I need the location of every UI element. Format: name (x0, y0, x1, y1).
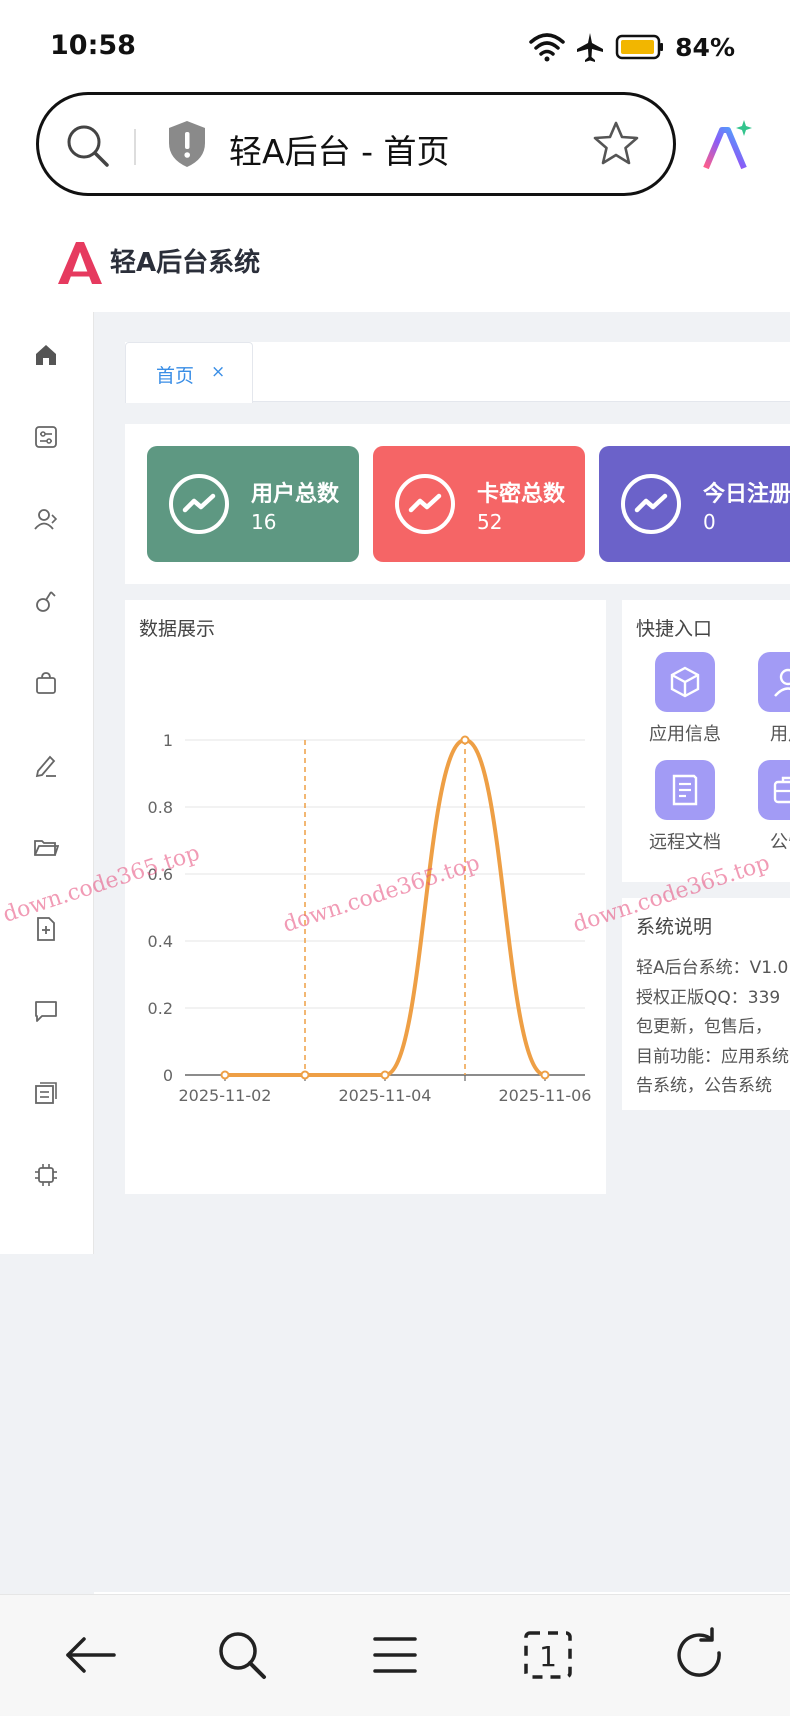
y-tick-label: 0.4 (148, 932, 173, 951)
data-point (540, 1070, 550, 1080)
x-tick-label: 2025-11-04 (339, 1086, 432, 1105)
series-line (223, 737, 547, 1077)
system-line: 目前功能：应用系统 (636, 1046, 789, 1067)
trend-icon (169, 474, 229, 534)
status-time: 10:58 (50, 30, 136, 61)
quick-label: 用户 (770, 724, 790, 745)
bottom-nav: 1 (0, 1594, 790, 1716)
search-icon[interactable] (212, 1625, 272, 1685)
quick-item-user[interactable]: 用户 (748, 652, 790, 746)
edit-icon[interactable] (33, 752, 59, 778)
system-line: 授权正版QQ：339 (636, 987, 781, 1008)
app-title: 轻A后台系统 (110, 248, 261, 278)
quick-item-app-info[interactable]: 应用信息 (645, 652, 725, 746)
address-bar[interactable]: 轻A后台 - 首页 (36, 92, 676, 196)
wifi-icon (529, 33, 565, 62)
tab-close-icon[interactable]: × (211, 362, 225, 382)
lower-background (0, 1254, 94, 1594)
trend-icon (395, 474, 455, 534)
tabs-count-icon[interactable]: 1 (518, 1625, 578, 1685)
data-point (380, 1070, 390, 1080)
stats-panel: 用户总数 16 卡密总数 52 今日注册 0 (125, 424, 790, 584)
system-panel: 系统说明 轻A后台系统：V1.0 授权正版QQ：339 包更新，包售后， 目前功… (622, 898, 790, 1110)
back-icon[interactable] (60, 1625, 120, 1685)
menu-icon[interactable] (365, 1625, 425, 1685)
y-tick-label: 0 (163, 1066, 173, 1085)
message-icon[interactable] (33, 998, 59, 1024)
tabs-bar: 首页 × (125, 342, 790, 403)
stat-value: 52 (477, 510, 503, 534)
tab-count: 1 (539, 1640, 557, 1673)
address-divider (134, 129, 136, 165)
folder-icon[interactable] (33, 834, 60, 860)
system-description: 轻A后台系统：V1.0 授权正版QQ：339 包更新，包售后， 目前功能：应用系… (636, 954, 790, 1102)
data-point (300, 1070, 310, 1080)
quick-label: 远程文档 (649, 832, 721, 853)
tab-home[interactable]: 首页 × (125, 342, 253, 403)
data-point (460, 735, 470, 745)
user-manage-icon[interactable] (33, 506, 59, 532)
page-title[interactable]: 轻A后台 - 首页 (229, 125, 449, 173)
search-icon[interactable] (63, 121, 113, 171)
star-icon[interactable] (591, 119, 641, 169)
stat-label: 今日注册 (703, 482, 790, 507)
system-line: 包更新，包售后， (636, 1017, 772, 1037)
app-header: 轻A后台系统 (0, 220, 790, 312)
data-point (220, 1070, 230, 1080)
y-tick-label: 0.2 (148, 999, 173, 1018)
quick-panel-title: 快捷入口 (636, 618, 713, 640)
quick-panel: 快捷入口 应用信息 用户 远程文档 公告 (622, 600, 790, 882)
airplane-icon (577, 33, 604, 62)
tab-label: 首页 (156, 365, 195, 387)
status-bar: 10:58 84% (0, 0, 790, 90)
chip-icon[interactable] (33, 1162, 59, 1188)
quick-label: 公告 (770, 832, 790, 853)
dashboard-icon[interactable] (33, 424, 59, 450)
status-icons: 84% (529, 30, 735, 64)
home-icon[interactable] (33, 342, 59, 368)
stat-card-users: 用户总数 16 (147, 446, 359, 562)
list-icon[interactable] (33, 1080, 59, 1106)
cube-icon (670, 666, 700, 698)
x-tick-label: 2025-11-02 (179, 1086, 272, 1105)
system-line: 告系统，公告系统 (636, 1076, 772, 1096)
stat-value: 0 (703, 510, 716, 534)
refresh-icon[interactable] (670, 1625, 730, 1685)
stat-label: 卡密总数 (477, 482, 566, 507)
stat-card-cards: 卡密总数 52 (373, 446, 585, 562)
trend-icon (621, 474, 681, 534)
stat-card-today: 今日注册 0 (599, 446, 790, 562)
notice-icon (773, 776, 790, 804)
user-icon (774, 668, 790, 697)
document-icon (672, 774, 698, 806)
x-tick-label: 2025-11-06 (499, 1086, 592, 1105)
ai-assistant-icon[interactable] (700, 118, 752, 174)
app-logo (58, 242, 102, 284)
y-tick-label: 0.8 (148, 798, 173, 817)
y-tick-label: 1 (163, 731, 173, 750)
system-panel-title: 系统说明 (636, 916, 713, 938)
stat-label: 用户总数 (251, 482, 340, 507)
quick-label: 应用信息 (649, 724, 721, 745)
sidebar (0, 312, 94, 1254)
stat-value: 16 (251, 510, 277, 534)
shield-warning-icon[interactable] (165, 119, 209, 169)
battery-icon (615, 34, 664, 60)
quick-item-notice[interactable]: 公告 (748, 760, 790, 854)
add-file-icon[interactable] (33, 916, 59, 942)
system-line: 轻A后台系统：V1.0 (636, 958, 789, 978)
quick-item-remote-doc[interactable]: 远程文档 (645, 760, 725, 854)
battery-percent: 84% (675, 32, 735, 62)
key-icon[interactable] (33, 588, 59, 614)
bag-icon[interactable] (33, 670, 59, 696)
